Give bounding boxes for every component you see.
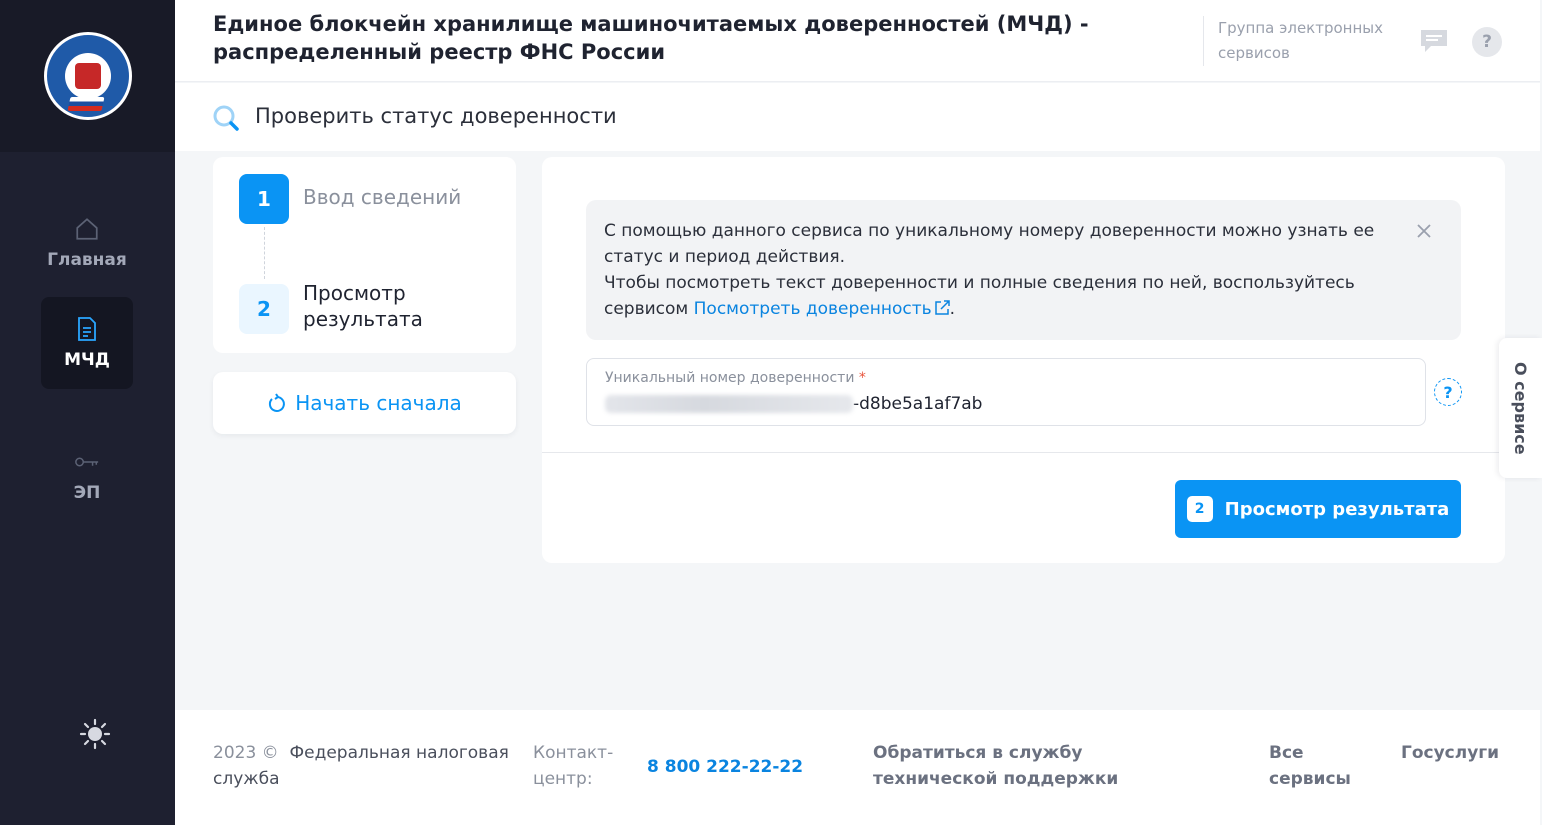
fns-emblem-icon[interactable] bbox=[43, 32, 132, 120]
service-subheader: Проверить статус доверенности bbox=[175, 83, 1540, 151]
home-icon bbox=[74, 216, 100, 242]
info-banner: С помощью данного сервиса по уникальному… bbox=[586, 200, 1461, 340]
key-icon bbox=[74, 449, 100, 475]
refresh-icon bbox=[267, 393, 287, 413]
field-label-text: Уникальный номер доверенности bbox=[605, 370, 855, 386]
footer: 2023 © Федеральная налоговая служба Конт… bbox=[175, 710, 1540, 825]
gosuslugi-link[interactable]: Госуслуги bbox=[1401, 740, 1499, 766]
field-label: Уникальный номер доверенности * bbox=[605, 370, 866, 386]
info-text-2-suffix: . bbox=[949, 299, 956, 319]
info-text-1: С помощью данного сервиса по уникальному… bbox=[604, 221, 1375, 267]
restart-button[interactable]: Начать сначала bbox=[213, 372, 516, 434]
restart-label: Начать сначала bbox=[295, 391, 462, 415]
sidebar-item-ep[interactable]: ЭП bbox=[41, 430, 133, 522]
sun-icon[interactable] bbox=[79, 718, 111, 750]
logo-area bbox=[0, 0, 175, 152]
emblem-center bbox=[64, 53, 111, 99]
external-link-icon[interactable] bbox=[934, 298, 950, 315]
contact-center-label: Контакт-центр: bbox=[533, 743, 614, 789]
sidebar-item-mchd[interactable]: МЧД bbox=[41, 297, 133, 389]
form-card: С помощью данного сервиса по уникальному… bbox=[542, 157, 1505, 563]
about-service-tab[interactable]: О сервисе bbox=[1499, 338, 1542, 478]
flag-icon bbox=[67, 97, 104, 111]
step-label-1: Ввод сведений bbox=[303, 185, 462, 209]
help-icon[interactable]: ? bbox=[1472, 27, 1502, 57]
step-number-2: 2 bbox=[239, 284, 289, 334]
divider bbox=[542, 452, 1505, 453]
footer-copyright: 2023 © Федеральная налоговая служба bbox=[213, 740, 513, 792]
about-service-label: О сервисе bbox=[1511, 361, 1530, 455]
chat-icon[interactable] bbox=[1419, 28, 1449, 54]
steps-panel: 1 Ввод сведений 2 Просмотр результата bbox=[213, 157, 516, 353]
sidebar-item-label: ЭП bbox=[73, 483, 101, 503]
document-icon bbox=[74, 316, 100, 342]
field-value-text: -d8be5a1af7ab bbox=[853, 394, 983, 414]
services-group-link[interactable]: Группа электронных сервисов bbox=[1203, 16, 1383, 66]
app-header: Единое блокчейн хранилище машиночитаемых… bbox=[175, 0, 1540, 82]
search-icon bbox=[212, 104, 240, 132]
required-mark: * bbox=[858, 370, 866, 386]
copyright-year: 2023 © bbox=[213, 743, 279, 763]
close-icon[interactable] bbox=[1415, 222, 1433, 240]
info-text-2: Чтобы посмотреть текст доверенности и по… bbox=[604, 270, 1401, 322]
step-badge: 2 bbox=[1186, 496, 1213, 522]
field-help-icon[interactable]: ? bbox=[1434, 378, 1462, 406]
view-poa-link[interactable]: Посмотреть доверенность bbox=[694, 299, 932, 319]
step-label-2: Просмотр результата bbox=[303, 281, 423, 331]
poa-number-field[interactable]: Уникальный номер доверенности * -d8be5a1… bbox=[586, 358, 1426, 426]
step-number-1: 1 bbox=[239, 174, 289, 224]
view-result-label: Просмотр результата bbox=[1224, 498, 1450, 520]
sidebar-item-label: МЧД bbox=[64, 350, 110, 370]
sidebar-item-label: Главная bbox=[47, 250, 127, 270]
redacted-value bbox=[605, 395, 853, 413]
view-result-button[interactable]: 2 Просмотр результата bbox=[1175, 480, 1461, 538]
support-link[interactable]: Обратиться в службу технической поддержк… bbox=[873, 740, 1193, 792]
eagle-icon bbox=[74, 63, 101, 89]
all-services-link[interactable]: Все сервисы bbox=[1269, 740, 1359, 792]
phone-link[interactable]: 8 800 222-22-22 bbox=[647, 754, 803, 780]
sidebar: Главная МЧД ЭП bbox=[0, 0, 175, 825]
service-title: Проверить статус доверенности bbox=[255, 104, 617, 128]
field-value[interactable]: -d8be5a1af7ab bbox=[605, 394, 982, 414]
step-connector bbox=[264, 227, 265, 279]
sidebar-item-home[interactable]: Главная bbox=[41, 197, 133, 289]
page-title: Единое блокчейн хранилище машиночитаемых… bbox=[213, 12, 1089, 64]
